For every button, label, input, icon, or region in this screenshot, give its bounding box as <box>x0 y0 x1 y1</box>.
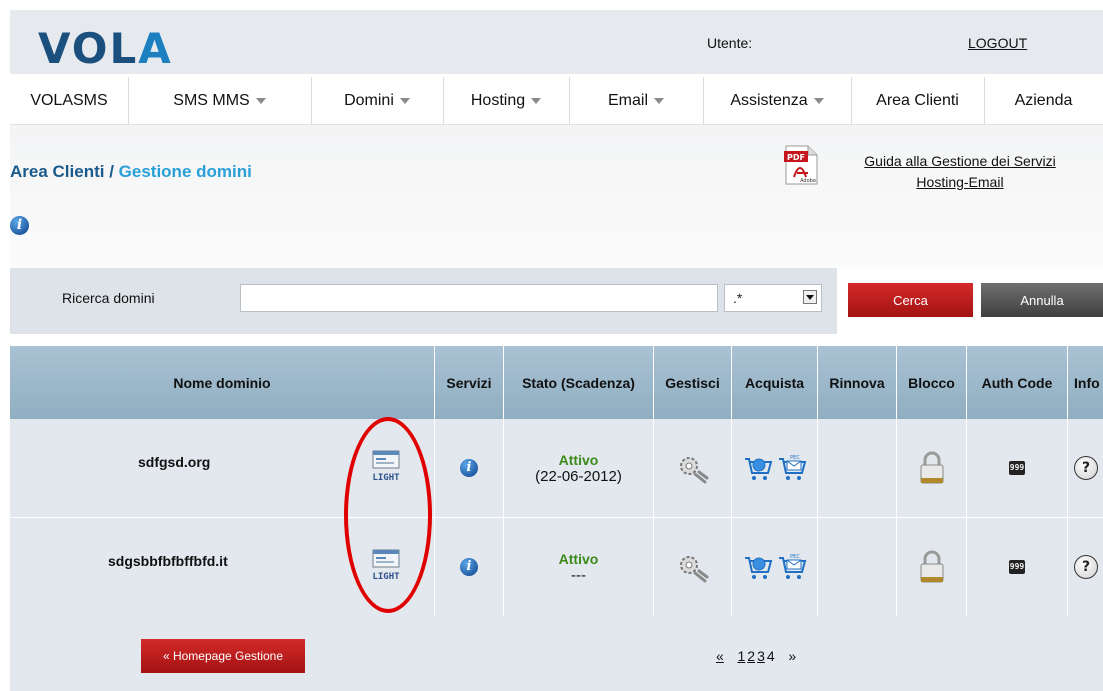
table-footer: « Homepage Gestione « 1234 » <box>10 616 1103 691</box>
domain-name[interactable]: sdfgsd.org <box>138 454 210 470</box>
nav-item-email[interactable]: Email <box>569 77 704 124</box>
gear-wrench-icon[interactable] <box>675 450 711 486</box>
nav-item-azienda[interactable]: Azienda <box>984 77 1103 124</box>
svg-text:Adobe: Adobe <box>800 178 816 184</box>
auth-code-cell: 999 <box>967 518 1068 616</box>
gestisci-cell <box>654 419 732 517</box>
svg-text:PEC: PEC <box>790 455 800 461</box>
page-header-area: Area Clienti / Gestione domini i PDF Ado… <box>10 125 1103 267</box>
auth-code-icon[interactable]: 999 <box>1009 461 1025 475</box>
cart-pec-icon[interactable]: PEC <box>777 453 807 483</box>
chevron-down-icon <box>255 97 266 104</box>
gear-wrench-icon[interactable] <box>675 549 711 585</box>
pager-page-4: 4 <box>766 648 775 664</box>
col-stato: Stato (Scadenza) <box>504 346 654 419</box>
col-servizi: Servizi <box>435 346 504 419</box>
blocco-cell <box>897 419 967 517</box>
nav-item-assistenza[interactable]: Assistenza <box>703 77 852 124</box>
expiry-date: --- <box>571 566 586 584</box>
status-badge: Attivo <box>558 451 599 468</box>
info-cell: ? <box>1068 518 1103 616</box>
chevron-down-icon <box>399 97 410 104</box>
rinnova-cell <box>818 419 897 517</box>
search-bar: Ricerca domini .* <box>10 268 837 334</box>
servizi-cell: i <box>435 419 504 517</box>
page-title: Gestione domini <box>118 162 252 181</box>
auth-code-cell: 999 <box>967 419 1068 517</box>
tld-selected-value: .* <box>733 290 743 306</box>
tld-select[interactable]: .* <box>724 284 822 312</box>
vola-logo[interactable]: VOLA <box>38 24 173 73</box>
expiry-date: (22-06-2012) <box>535 467 622 485</box>
col-nome-dominio: Nome dominio <box>10 346 435 419</box>
svg-text:PDF: PDF <box>787 153 805 162</box>
homepage-gestione-button[interactable]: « Homepage Gestione <box>141 639 305 673</box>
nav-item-domini[interactable]: Domini <box>311 77 444 124</box>
pager-next[interactable]: » <box>788 648 796 664</box>
lock-icon[interactable] <box>918 451 946 485</box>
top-header: VOLA Utente: LOGOUT <box>10 10 1103 74</box>
search-label: Ricerca domini <box>62 290 155 306</box>
nav-item-area-clienti[interactable]: Area Clienti <box>851 77 985 124</box>
nav-item-volasms[interactable]: VOLASMS <box>10 77 129 124</box>
col-auth-code: Auth Code <box>967 346 1068 419</box>
info-icon[interactable]: i <box>460 459 478 477</box>
acquista-cell: PEC <box>732 518 818 616</box>
status-cell: Attivo (22-06-2012) <box>504 419 654 517</box>
info-icon[interactable]: i <box>460 558 478 576</box>
user-label: Utente: <box>707 35 753 51</box>
pagination: « 1234 » <box>716 648 798 664</box>
chevron-down-icon <box>813 97 824 104</box>
pager-first[interactable]: « <box>716 648 724 664</box>
gestisci-cell <box>654 518 732 616</box>
table-row: sdgsbbfbfbffbfd.it LIGHT i Attivo --- PE… <box>10 518 1103 617</box>
dropdown-arrow-icon[interactable] <box>803 290 817 304</box>
cart-globe-icon[interactable] <box>743 552 773 582</box>
logout-link[interactable]: LOGOUT <box>968 35 1027 51</box>
breadcrumb: Area Clienti / Gestione domini <box>10 162 252 181</box>
search-input[interactable] <box>240 284 718 312</box>
auth-code-icon[interactable]: 999 <box>1009 560 1025 574</box>
col-rinnova: Rinnova <box>818 346 897 419</box>
servizi-cell: i <box>435 518 504 616</box>
info-cell: ? <box>1068 419 1103 517</box>
table-header: Nome dominio Servizi Stato (Scadenza) Ge… <box>10 346 1103 419</box>
nav-item-sms-mms[interactable]: SMS MMS <box>128 77 312 124</box>
main-nav: VOLASMS SMS MMS Domini Hosting Email Ass… <box>10 77 1103 125</box>
pager-page-2[interactable]: 2 <box>747 648 755 664</box>
table-row: sdfgsd.org LIGHT i Attivo (22-06-2012) P… <box>10 419 1103 518</box>
rinnova-cell <box>818 518 897 616</box>
pager-page-1[interactable]: 1 <box>737 648 745 664</box>
col-blocco: Blocco <box>897 346 967 419</box>
chevron-down-icon <box>531 97 542 104</box>
chevron-down-icon <box>654 97 664 104</box>
help-icon[interactable]: ? <box>1074 456 1098 480</box>
search-button[interactable]: Cerca <box>848 283 973 317</box>
domains-table: Nome dominio Servizi Stato (Scadenza) Ge… <box>10 346 1103 691</box>
cart-pec-icon[interactable]: PEC <box>777 552 807 582</box>
guide-link[interactable]: Guida alla Gestione dei Servizi Hosting-… <box>840 151 1080 193</box>
col-gestisci: Gestisci <box>654 346 732 419</box>
col-acquista: Acquista <box>732 346 818 419</box>
annotation-oval <box>344 417 432 613</box>
info-icon[interactable]: i <box>10 216 29 235</box>
help-icon[interactable]: ? <box>1074 555 1098 579</box>
svg-text:PEC: PEC <box>790 554 800 560</box>
status-cell: Attivo --- <box>504 518 654 616</box>
pdf-icon[interactable]: PDF Adobe <box>784 145 818 185</box>
status-badge: Attivo <box>558 550 599 567</box>
lock-icon[interactable] <box>918 550 946 584</box>
cancel-button[interactable]: Annulla <box>981 283 1103 317</box>
cart-globe-icon[interactable] <box>743 453 773 483</box>
domain-name[interactable]: sdgsbbfbfbffbfd.it <box>108 553 228 569</box>
pager-page-3[interactable]: 3 <box>757 648 765 664</box>
col-info: Info <box>1074 374 1100 391</box>
breadcrumb-parent[interactable]: Area Clienti <box>10 162 104 181</box>
nav-item-hosting[interactable]: Hosting <box>443 77 570 124</box>
blocco-cell <box>897 518 967 616</box>
acquista-cell: PEC <box>732 419 818 517</box>
